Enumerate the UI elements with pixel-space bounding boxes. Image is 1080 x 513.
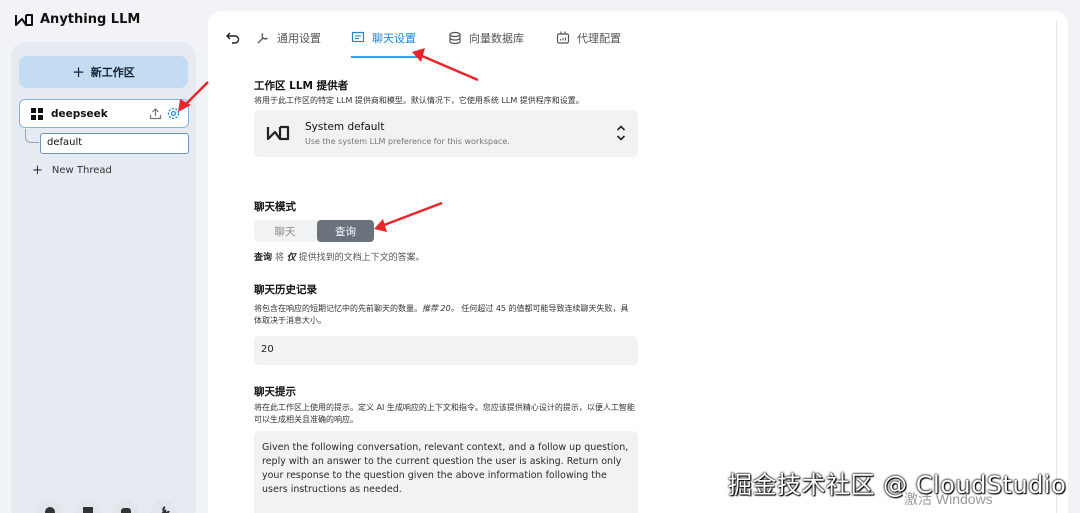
hint-italic: 仅 (286, 253, 296, 263)
llm-provider-select[interactable]: System default Use the system LLM prefer… (254, 110, 638, 157)
chat-prompt-description: 将在此工作区上使用的提示。定义 AI 生成响应的上下文和指令。您应该提供精心设计… (254, 403, 635, 424)
tab-label: 聊天设置 (372, 32, 416, 45)
plus-icon: + (72, 62, 85, 81)
upload-icon[interactable] (149, 107, 162, 120)
anythingllm-logo-icon (15, 13, 33, 26)
site-watermark: 掘金技术社区 @ CloudStudio (728, 471, 1067, 499)
tab-general-settings[interactable]: 通用设置 (256, 30, 321, 46)
thread-connector (25, 129, 39, 143)
llm-provider-description: 将用于此工作区的特定 LLM 提供商和模型。默认情况下，它使用系统 LLM 提供… (254, 96, 584, 105)
tab-label: 向量数据库 (469, 32, 524, 45)
tab-agent-config[interactable]: 代理配置 (556, 30, 621, 46)
agent-icon (556, 31, 570, 44)
active-tab-indicator (351, 56, 419, 58)
github-icon[interactable] (36, 500, 63, 513)
chat-prompt-textarea[interactable]: Given the following conversation, releva… (254, 431, 638, 513)
back-arrow-icon[interactable] (226, 29, 240, 48)
wrench-icon (257, 33, 268, 44)
tab-chat-settings[interactable]: 聊天设置 (351, 30, 416, 46)
history-desc-1: 将包含在响应的短期记忆中的先前聊天的数量。 (254, 304, 422, 313)
chat-mode-title: 聊天模式 (254, 201, 296, 213)
app-name: Anything LLM (40, 12, 141, 27)
sidebar: + 新工作区 deepseek default + New Thread (11, 42, 196, 513)
settings-wrench-icon[interactable] (150, 500, 177, 513)
chat-history-input[interactable]: 20 (254, 336, 638, 365)
app-brand: Anything LLM (14, 12, 140, 27)
database-icon (449, 31, 461, 45)
thread-item-default[interactable]: default (40, 133, 189, 154)
chat-history-description: 将包含在响应的短期记忆中的先前聊天的数量。推荐 20。 任何超过 45 的值都可… (254, 303, 634, 327)
scrollbar[interactable] (1056, 21, 1068, 513)
hint-tail: 提供找到的文档上下文的答案。 (295, 253, 425, 263)
tab-label: 通用设置 (277, 32, 321, 45)
tab-label: 代理配置 (577, 32, 621, 45)
chat-history-title: 聊天历史记录 (254, 284, 317, 296)
hint-bold: 查询 (254, 253, 273, 263)
provider-description: Use the system LLM preference for this w… (305, 137, 510, 146)
chat-mode-option-query[interactable]: 查询 (317, 220, 374, 242)
new-workspace-label: 新工作区 (90, 66, 135, 79)
docs-book-icon[interactable] (74, 500, 101, 513)
new-thread-button[interactable]: + New Thread (32, 164, 112, 177)
workspace-item-deepseek[interactable]: deepseek (19, 99, 189, 128)
settings-panel: 通用设置 聊天设置 向量数据库 代理配置 工作区 LLM 提供者 将用于此工作区… (208, 11, 1068, 513)
new-workspace-button[interactable]: + 新工作区 (19, 56, 188, 88)
provider-name: System default (305, 121, 385, 133)
chat-mode-toggle: 聊天 查询 (254, 220, 374, 242)
chat-icon (351, 31, 365, 43)
chevron-up-down-icon (616, 125, 626, 141)
hint-rest: 将 (272, 253, 287, 263)
workspace-grid-icon (31, 107, 43, 120)
llm-provider-title: 工作区 LLM 提供者 (254, 80, 349, 92)
chat-mode-hint: 查询 将 仅 提供找到的文档上下文的答案。 (254, 250, 425, 263)
chat-mode-option-chat[interactable]: 聊天 (254, 220, 316, 242)
chat-prompt-title: 聊天提示 (254, 386, 296, 398)
anythingllm-logo-icon (266, 125, 290, 141)
workspace-settings-gear-icon[interactable] (167, 107, 180, 120)
sidebar-footer-icons (36, 500, 177, 513)
history-recommend: 推荐 20。 (422, 304, 459, 313)
workspace-name: deepseek (51, 107, 108, 120)
new-thread-label: New Thread (51, 165, 112, 176)
plus-icon: + (32, 163, 43, 178)
discord-icon[interactable] (112, 500, 139, 513)
tab-vector-database[interactable]: 向量数据库 (448, 30, 524, 46)
